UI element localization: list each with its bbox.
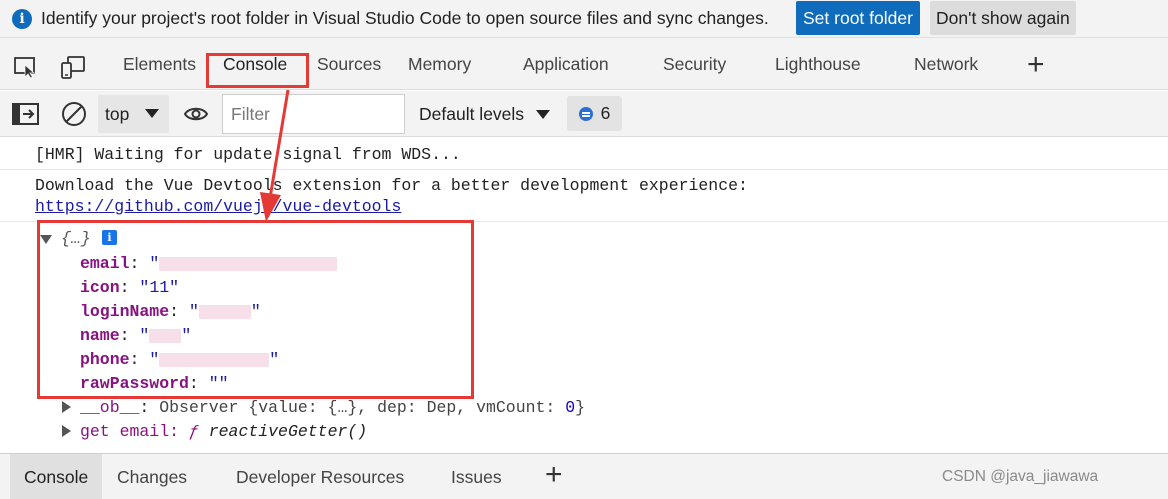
vue-devtools-link[interactable]: https://github.com/vuejs/vue-devtools (35, 197, 401, 216)
drawer-tab-issues[interactable]: Issues (451, 454, 502, 499)
object-summary[interactable]: {…} (61, 229, 91, 248)
drawer-tab-console[interactable]: Console (10, 454, 103, 499)
hmr-message: [HMR] Waiting for update signal from WDS… (35, 145, 461, 164)
property-getter-email[interactable]: get email: ƒ reactiveGetter() (80, 422, 367, 441)
notification-message: Identify your project's root folder in V… (41, 8, 769, 28)
object-info-icon[interactable]: i (102, 230, 117, 245)
inspect-element-icon[interactable] (13, 55, 39, 79)
expand-triangle-icon[interactable] (62, 425, 71, 437)
chevron-down-icon (536, 109, 551, 119)
devtools-message: Download the Vue Devtools extension for … (35, 176, 748, 195)
expand-triangle-icon[interactable] (62, 401, 71, 413)
tab-network[interactable]: Network (914, 38, 978, 91)
tab-application[interactable]: Application (523, 38, 609, 91)
console-message: [HMR] Waiting for update signal from WDS… (0, 138, 1168, 170)
property-observer[interactable]: __ob__: Observer {value: {…}, dep: Dep, … (80, 398, 585, 417)
drawer-tab-changes[interactable]: Changes (117, 454, 187, 499)
drawer-tab-bar: Console Changes Developer Resources Issu… (0, 453, 1168, 499)
redacted-value (159, 256, 338, 271)
message-count: 6 (600, 103, 611, 123)
tab-security[interactable]: Security (663, 38, 726, 91)
console-message: Download the Vue Devtools extension for … (0, 170, 1168, 222)
log-levels-label: Default levels (419, 103, 525, 124)
add-tab-plus-icon[interactable]: + (1027, 48, 1045, 82)
property-name: name: " " (80, 326, 192, 345)
property-email: email: " (80, 254, 338, 273)
tab-memory[interactable]: Memory (408, 38, 471, 91)
redacted-value (149, 328, 182, 343)
tab-elements[interactable]: Elements (123, 38, 196, 91)
chevron-down-icon (145, 109, 159, 118)
log-levels-dropdown[interactable]: Default levels (419, 95, 551, 133)
watermark: CSDN @java_jiawawa (942, 468, 1099, 485)
sidebar-toggle-icon[interactable] (12, 103, 39, 125)
redacted-value (198, 304, 251, 319)
add-drawer-tab-plus-icon[interactable]: + (545, 458, 563, 492)
devtools-tab-bar: Elements Console Sources Memory Applicat… (0, 37, 1168, 90)
device-emulation-icon[interactable] (60, 55, 86, 79)
tab-lighthouse[interactable]: Lighthouse (775, 38, 861, 91)
message-count-badge[interactable]: 6 (567, 96, 622, 131)
message-bubble-icon (578, 106, 593, 121)
context-selector-value: top (105, 103, 130, 124)
drawer-tab-developer-resources[interactable]: Developer Resources (236, 454, 404, 499)
tab-sources[interactable]: Sources (317, 38, 381, 91)
clear-console-icon[interactable] (61, 101, 87, 127)
tab-console[interactable]: Console (223, 38, 287, 91)
redacted-value (159, 352, 270, 367)
notification-bar: i Identify your project's root folder in… (0, 0, 1168, 37)
filter-input[interactable] (222, 94, 405, 134)
property-icon: icon: "11" (80, 278, 180, 297)
property-login-name: loginName: " " (80, 302, 261, 321)
live-expression-eye-icon[interactable] (183, 103, 209, 125)
dont-show-again-button[interactable]: Don't show again (930, 1, 1076, 35)
property-raw-password: rawPassword: "" (80, 374, 229, 393)
console-output: [HMR] Waiting for update signal from WDS… (0, 138, 1168, 453)
info-icon: i (12, 8, 32, 29)
set-root-folder-button[interactable]: Set root folder (796, 1, 920, 35)
property-phone: phone: " " (80, 350, 280, 369)
console-toolbar: top Default levels 6 (0, 91, 1168, 137)
collapse-triangle-icon[interactable] (40, 235, 52, 244)
context-selector[interactable]: top (98, 95, 169, 133)
